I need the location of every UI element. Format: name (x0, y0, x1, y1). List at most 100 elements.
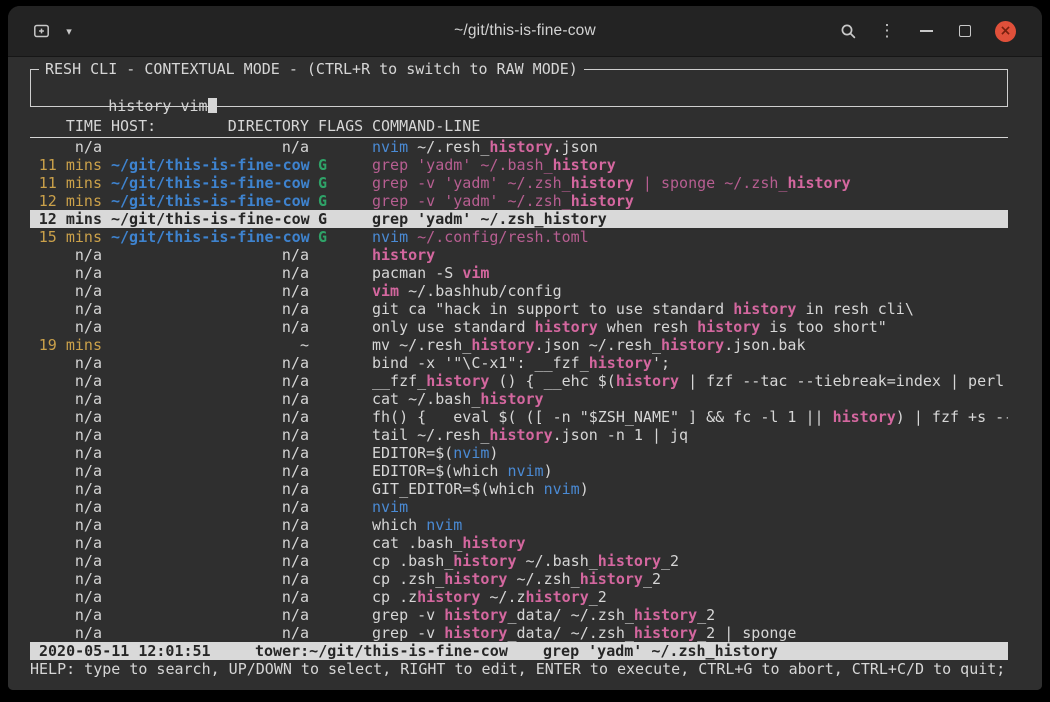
time-cell: n/a (30, 444, 102, 462)
host-directory-cell: ~/git/this-is-fine-cow (111, 228, 309, 246)
close-button[interactable]: × (995, 21, 1016, 42)
flags-cell (318, 570, 363, 588)
command-segment: history (535, 318, 598, 336)
table-row[interactable]: n/an/aEDITOR=$(which nvim) (30, 462, 1008, 480)
table-row[interactable]: n/an/agit ca "hack in support to use sta… (30, 300, 1008, 318)
command-cell: vim ~/.bashhub/config (372, 282, 1008, 300)
command-segment: _2 (643, 570, 661, 588)
flags-cell: G (318, 192, 363, 210)
time-cell: n/a (30, 480, 102, 498)
status-command: grep 'yadm' ~/.zsh_history (543, 642, 1008, 660)
flags-cell (318, 408, 363, 426)
time-cell: n/a (30, 552, 102, 570)
table-row[interactable]: n/an/avim ~/.bashhub/config (30, 282, 1008, 300)
flags-cell (318, 480, 363, 498)
table-row[interactable]: n/an/anvim (30, 498, 1008, 516)
command-segment: ) (489, 444, 498, 462)
command-segment: ~/.config/resh.toml (408, 228, 589, 246)
command-segment: grep -v 'yadm' ~/.zsh_ (372, 174, 571, 192)
flags-cell (318, 336, 363, 354)
command-cell: GIT_EDITOR=$(which nvim) (372, 480, 1008, 498)
command-segment: history (471, 336, 534, 354)
command-cell: nvim (372, 498, 1008, 516)
command-segment: grep -v (372, 606, 444, 624)
host-directory-cell: n/a (111, 462, 309, 480)
resh-mode-title: RESH CLI - CONTEXTUAL MODE - (CTRL+R to … (39, 60, 584, 78)
terminal-body[interactable]: RESH CLI - CONTEXTUAL MODE - (CTRL+R to … (8, 57, 1042, 690)
table-row[interactable]: n/an/anvim ~/.resh_history.json (30, 138, 1008, 156)
table-row[interactable]: 12 mins~/git/this-is-fine-cowGgrep -v 'y… (30, 192, 1008, 210)
flags-cell (318, 318, 363, 336)
command-segment: history (444, 606, 507, 624)
host-directory-cell: n/a (111, 588, 309, 606)
time-cell: n/a (30, 300, 102, 318)
host-directory-cell: ~/git/this-is-fine-cow (111, 192, 309, 210)
command-segment: vim (372, 282, 399, 300)
table-row[interactable]: 11 mins~/git/this-is-fine-cowGgrep 'yadm… (30, 156, 1008, 174)
command-segment: history (489, 138, 552, 156)
time-cell: 12 mins (30, 192, 102, 210)
menu-button[interactable]: ⋮ (878, 18, 896, 44)
table-row[interactable]: n/an/abind -x '"\C-x1": __fzf_history'; (30, 354, 1008, 372)
command-segment: _2 | sponge (697, 624, 796, 642)
command-segment: .json ~/.resh_ (535, 336, 661, 354)
table-row[interactable]: n/an/atail ~/.resh_history.json -n 1 | j… (30, 426, 1008, 444)
command-segment: history (462, 534, 525, 552)
command-segment: grep 'yadm' ~/.zsh_ (372, 210, 544, 228)
command-segment: history (571, 192, 634, 210)
titlebar[interactable]: ▾ ~/git/this-is-fine-cow ⋮ × (8, 6, 1042, 57)
table-row[interactable]: n/an/agrep -v history_data/ ~/.zsh_histo… (30, 606, 1008, 624)
table-row[interactable]: n/an/aGIT_EDITOR=$(which nvim) (30, 480, 1008, 498)
table-row-selected[interactable]: 12 mins~/git/this-is-fine-cowGgrep 'yadm… (30, 210, 1008, 228)
flags-cell (318, 516, 363, 534)
command-segment: ~/.zsh_ (507, 570, 579, 588)
host-directory-cell: n/a (111, 444, 309, 462)
help-line: HELP: type to search, UP/DOWN to select,… (30, 660, 1008, 678)
time-cell: n/a (30, 318, 102, 336)
table-row[interactable]: n/an/acat .bash_history (30, 534, 1008, 552)
command-segment: cat ~/.bash_ (372, 390, 480, 408)
search-button[interactable] (839, 18, 857, 44)
search-icon (840, 23, 857, 40)
table-row[interactable]: n/an/ahistory (30, 246, 1008, 264)
status-bar: 2020-05-11 12:01:51 tower:~/git/this-is-… (30, 642, 1008, 660)
table-row[interactable]: n/an/acp .bash_history ~/.bash_history_2 (30, 552, 1008, 570)
time-cell: n/a (30, 354, 102, 372)
command-segment: cp .z (372, 588, 417, 606)
table-row[interactable]: 19 mins~mv ~/.resh_history.json ~/.resh_… (30, 336, 1008, 354)
restore-icon (959, 25, 971, 37)
host-directory-cell: n/a (111, 138, 309, 156)
time-cell: n/a (30, 588, 102, 606)
command-cell: fh() { eval $( ([ -n "$ZSH_NAME" ] && fc… (372, 408, 1008, 426)
table-row[interactable]: n/an/aonly use standard history when res… (30, 318, 1008, 336)
table-row[interactable]: n/an/acat ~/.bash_history (30, 390, 1008, 408)
command-segment: history (833, 408, 896, 426)
restore-button[interactable] (956, 18, 974, 44)
table-row[interactable]: n/an/aEDITOR=$(nvim) (30, 444, 1008, 462)
command-segment: nvim (544, 480, 580, 498)
host-directory-cell: ~/git/this-is-fine-cow (111, 210, 309, 228)
resh-search-box: RESH CLI - CONTEXTUAL MODE - (CTRL+R to … (30, 69, 1008, 107)
host-directory-cell: n/a (111, 534, 309, 552)
minimize-button[interactable] (917, 18, 935, 44)
command-cell: grep 'yadm' ~/.bash_history (372, 156, 1008, 174)
table-row[interactable]: n/an/apacman -S vim (30, 264, 1008, 282)
time-cell: 19 mins (30, 336, 102, 354)
table-row[interactable]: n/an/acp .zsh_history ~/.zsh_history_2 (30, 570, 1008, 588)
table-row[interactable]: n/an/a__fzf_history () { __ehc $(history… (30, 372, 1008, 390)
command-segment: history (661, 336, 724, 354)
table-row[interactable]: n/an/awhich nvim (30, 516, 1008, 534)
flags-cell (318, 462, 363, 480)
table-row[interactable]: n/an/agrep -v history_data/ ~/.zsh_histo… (30, 624, 1008, 642)
table-row[interactable]: 15 mins~/git/this-is-fine-cowGnvim ~/.co… (30, 228, 1008, 246)
command-segment: _data/ ~/.zsh_ (507, 606, 633, 624)
time-cell: 15 mins (30, 228, 102, 246)
search-input[interactable]: history vim (31, 70, 1007, 133)
table-row[interactable]: 11 mins~/git/this-is-fine-cowGgrep -v 'y… (30, 174, 1008, 192)
command-cell: cp .zsh_history ~/.zsh_history_2 (372, 570, 1008, 588)
command-cell: cp .bash_history ~/.bash_history_2 (372, 552, 1008, 570)
table-row[interactable]: n/an/acp .zhistory ~/.zhistory_2 (30, 588, 1008, 606)
host-directory-cell: n/a (111, 282, 309, 300)
table-row[interactable]: n/an/afh() { eval $( ([ -n "$ZSH_NAME" ]… (30, 408, 1008, 426)
command-segment: ) | fzf +s --tac (896, 408, 1008, 426)
